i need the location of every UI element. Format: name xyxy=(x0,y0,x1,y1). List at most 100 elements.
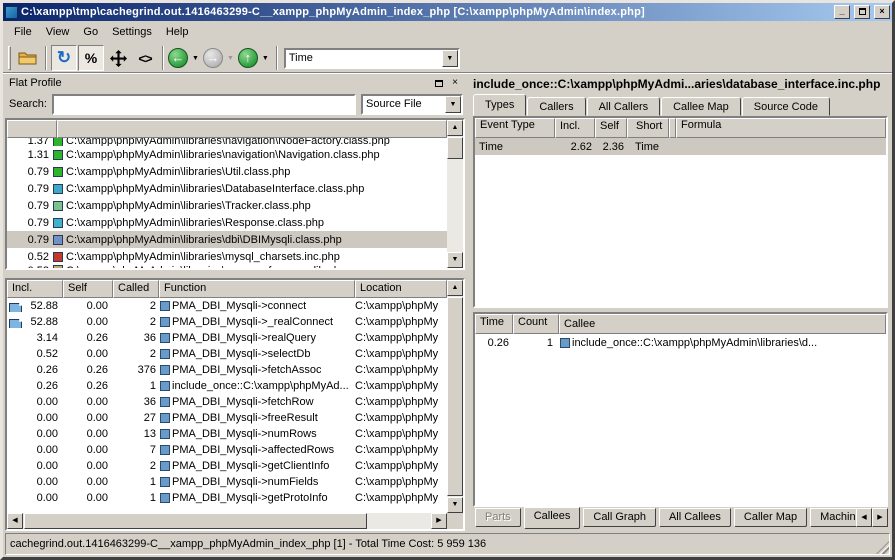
minimize-button[interactable]: _ xyxy=(834,5,850,19)
file-row[interactable]: 0.79C:\xampp\phpMyAdmin\libraries\Util.c… xyxy=(7,163,447,180)
open-file-button[interactable] xyxy=(15,45,41,71)
dock-close-button[interactable]: × xyxy=(449,78,461,89)
event-type-combobox[interactable]: Time ▼ xyxy=(284,48,460,69)
tab-callers[interactable]: Callers xyxy=(527,97,585,116)
toolbar-handle[interactable] xyxy=(8,46,11,70)
tab-callees[interactable]: Callees xyxy=(524,507,581,529)
event-type: Time xyxy=(475,141,555,153)
called-count: 36 xyxy=(113,332,159,344)
scroll-up-icon[interactable]: ▲ xyxy=(447,120,463,136)
tab-all-callees[interactable]: All Callees xyxy=(659,508,731,527)
tab-scroll-left-icon[interactable]: ◀ xyxy=(856,508,872,527)
file-row[interactable]: 1.37C:\xampp\phpMyAdmin\libraries\naviga… xyxy=(7,138,447,146)
column-header-formula[interactable]: Formula xyxy=(676,118,886,138)
file-row[interactable]: 0.79C:\xampp\phpMyAdmin\libraries\dbi\DB… xyxy=(7,231,447,248)
tab-scroll-right-icon[interactable]: ▶ xyxy=(872,508,888,527)
file-row[interactable]: 0.79C:\xampp\phpMyAdmin\libraries\Tracke… xyxy=(7,197,447,214)
tab-source-code[interactable]: Source Code xyxy=(742,97,830,116)
column-header-callee[interactable]: Callee xyxy=(559,314,886,334)
function-row[interactable]: 0.000.0013PMA_DBI_Mysqli->numRowsC:\xamp… xyxy=(7,426,447,442)
tab-types[interactable]: Types xyxy=(473,94,526,116)
column-header-incl[interactable]: Incl. xyxy=(7,280,63,298)
function-row[interactable]: 52.880.002PMA_DBI_Mysqli->connectC:\xamp… xyxy=(7,298,447,314)
function-table-hscrollbar[interactable]: ◀ ▶ xyxy=(7,513,447,529)
file-row[interactable]: 0.79C:\xampp\phpMyAdmin\libraries\Databa… xyxy=(7,180,447,197)
function-table-vscrollbar[interactable]: ▲ ▼ xyxy=(447,280,463,513)
function-row[interactable]: 0.000.0036PMA_DBI_Mysqli->fetchRowC:\xam… xyxy=(7,394,447,410)
column-header-self[interactable] xyxy=(7,120,57,138)
column-header-count[interactable]: Count xyxy=(513,314,559,334)
percentage-button[interactable]: % xyxy=(78,45,104,71)
tab-callee-map[interactable]: Callee Map xyxy=(661,97,741,116)
location: C:\xampp\phpMy xyxy=(355,460,447,472)
self-cost: 0.52 xyxy=(7,251,49,263)
dock-float-button[interactable] xyxy=(433,78,445,89)
column-header-source-file[interactable] xyxy=(57,120,447,138)
scrollbar-thumb[interactable] xyxy=(24,513,367,529)
expand-cost-button[interactable] xyxy=(105,45,131,71)
close-button[interactable]: × xyxy=(874,5,890,19)
file-row[interactable]: 0.52C:\xampp\phpMyAdmin\libraries\user_p… xyxy=(7,265,447,268)
menu-view[interactable]: View xyxy=(39,24,77,40)
up-button[interactable]: ↑ xyxy=(238,48,258,68)
function-row[interactable]: 0.520.002PMA_DBI_Mysqli->selectDbC:\xamp… xyxy=(7,346,447,362)
cycle-detection-button[interactable]: ↻ xyxy=(51,45,77,71)
function-row[interactable]: 0.260.26376PMA_DBI_Mysqli->fetchAssocC:\… xyxy=(7,362,447,378)
file-list-body: 1.37C:\xampp\phpMyAdmin\libraries\naviga… xyxy=(7,138,447,268)
column-header-self[interactable]: Self xyxy=(595,118,627,138)
maximize-button[interactable] xyxy=(854,5,870,19)
forward-dropdown[interactable]: ▼ xyxy=(224,55,237,62)
function-row[interactable]: 0.000.007PMA_DBI_Mysqli->affectedRowsC:\… xyxy=(7,442,447,458)
up-dropdown[interactable]: ▼ xyxy=(259,55,272,62)
function-row[interactable]: 0.000.002PMA_DBI_Mysqli->getClientInfoC:… xyxy=(7,458,447,474)
tab-all-callers[interactable]: All Callers xyxy=(587,97,661,116)
function-row[interactable]: 3.140.2636PMA_DBI_Mysqli->realQueryC:\xa… xyxy=(7,330,447,346)
file-list-scrollbar[interactable]: ▲ ▼ xyxy=(447,120,463,268)
scroll-right-icon[interactable]: ▶ xyxy=(431,513,447,529)
column-header-location[interactable]: Location xyxy=(355,280,447,298)
scrollbar-thumb[interactable] xyxy=(447,137,463,159)
incl-cost: 0.00 xyxy=(7,492,63,504)
back-dropdown[interactable]: ▼ xyxy=(189,55,202,62)
menu-settings[interactable]: Settings xyxy=(105,24,159,40)
scroll-down-icon[interactable]: ▼ xyxy=(447,497,463,513)
tab-caller-map[interactable]: Caller Map xyxy=(734,508,807,527)
scroll-down-icon[interactable]: ▼ xyxy=(447,252,463,268)
tab-machine[interactable]: Machine xyxy=(810,508,862,527)
function-row[interactable]: 0.000.0027PMA_DBI_Mysqli->freeResultC:\x… xyxy=(7,410,447,426)
column-header-blank[interactable] xyxy=(669,118,676,138)
column-header-function[interactable]: Function xyxy=(159,280,355,298)
forward-button[interactable]: → xyxy=(203,48,223,68)
function-row[interactable]: 0.000.001PMA_DBI_Mysqli->getProtoInfoC:\… xyxy=(7,490,447,506)
called-count: 1 xyxy=(113,492,159,504)
group-by-combobox[interactable]: Source File ▼ xyxy=(361,94,463,115)
menu-file[interactable]: File xyxy=(7,24,39,40)
relative-cost-button[interactable]: <> xyxy=(132,45,158,71)
menu-go[interactable]: Go xyxy=(76,24,105,40)
callee-row[interactable]: 0.261include_once::C:\xampp\phpMyAdmin\l… xyxy=(475,334,886,351)
column-header-called[interactable]: Called xyxy=(113,280,159,298)
scroll-left-icon[interactable]: ◀ xyxy=(7,513,23,529)
function-row[interactable]: 0.260.261include_once::C:\xampp\phpMyAd.… xyxy=(7,378,447,394)
column-header-self[interactable]: Self xyxy=(63,280,113,298)
function-row[interactable]: 52.880.002PMA_DBI_Mysqli->_realConnectC:… xyxy=(7,314,447,330)
event-type-row[interactable]: Time2.622.36Time xyxy=(475,138,886,155)
column-header-eventtype[interactable]: Event Type xyxy=(475,118,555,138)
file-row[interactable]: 1.31C:\xampp\phpMyAdmin\libraries\naviga… xyxy=(7,146,447,163)
combo-dropdown-icon[interactable]: ▼ xyxy=(445,96,461,113)
scroll-up-icon[interactable]: ▲ xyxy=(447,280,463,296)
menu-help[interactable]: Help xyxy=(159,24,196,40)
combo-dropdown-icon[interactable]: ▼ xyxy=(442,50,458,67)
file-row[interactable]: 0.79C:\xampp\phpMyAdmin\libraries\Respon… xyxy=(7,214,447,231)
scrollbar-thumb[interactable] xyxy=(447,297,463,496)
search-input[interactable] xyxy=(52,94,356,115)
resize-grip[interactable] xyxy=(876,541,889,554)
tab-call-graph[interactable]: Call Graph xyxy=(583,508,656,527)
column-header-time[interactable]: Time xyxy=(475,314,513,334)
back-button[interactable]: ← xyxy=(168,48,188,68)
function-row[interactable]: 0.000.001PMA_DBI_Mysqli->numFieldsC:\xam… xyxy=(7,474,447,490)
column-header-short[interactable]: Short xyxy=(627,118,669,138)
column-header-incl[interactable]: Incl. xyxy=(555,118,595,138)
horizontal-splitter[interactable] xyxy=(5,270,465,278)
file-row[interactable]: 0.52C:\xampp\phpMyAdmin\libraries\mysql_… xyxy=(7,248,447,265)
